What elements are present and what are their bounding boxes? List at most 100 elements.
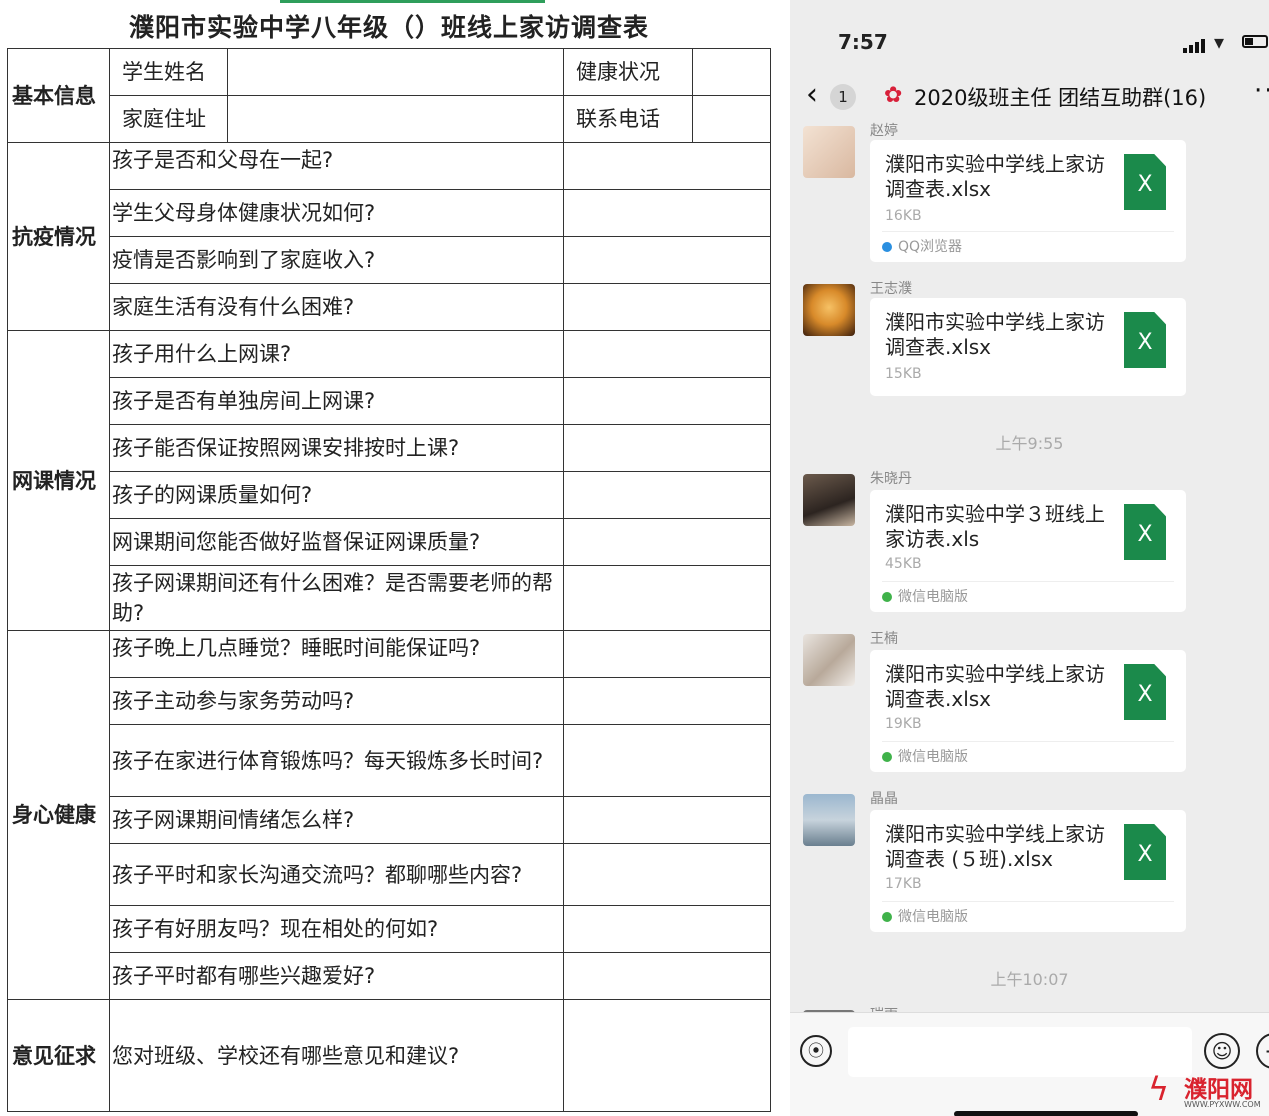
answer-cell[interactable] — [563, 283, 771, 331]
table-row: 孩子平时和家长沟通交流吗？都聊哪些内容? — [8, 843, 771, 906]
wechat-pc-icon — [882, 912, 892, 922]
answer-cell[interactable] — [563, 905, 771, 953]
answer-cell[interactable] — [563, 189, 771, 237]
answer-cell[interactable] — [563, 377, 771, 425]
selected-cell-indicator — [280, 0, 545, 3]
question: 孩子用什么上网课? — [109, 330, 564, 378]
table-row: 孩子是否有单独房间上网课? — [8, 377, 771, 425]
health-cell[interactable] — [692, 48, 771, 96]
sender-name: 瑞雨 — [870, 1004, 898, 1012]
file-source: 微信电脑版 — [882, 901, 1174, 932]
question: 孩子晚上几点睡觉？睡眠时间能保证吗? — [109, 630, 564, 678]
student-name-cell[interactable] — [227, 48, 564, 96]
question: 学生父母身体健康状况如何? — [109, 189, 564, 237]
survey-title: 濮阳市实验中学八年级（）班线上家访调查表 — [128, 13, 649, 42]
message-list[interactable]: 赵婷 濮阳市实验中学线上家访调查表.xlsx 16KB X QQ浏览器 王志濮 … — [790, 120, 1269, 1012]
phone-cell[interactable] — [692, 95, 771, 143]
file-card[interactable]: 濮阳市实验中学线上家访调查表.xlsx 15KB X — [870, 298, 1186, 396]
answer-cell[interactable] — [563, 565, 771, 631]
answer-cell[interactable] — [563, 518, 771, 566]
question: 孩子平时和家长沟通交流吗？都聊哪些内容? — [109, 843, 564, 906]
file-card[interactable]: 濮阳市实验中学线上家访调查表.xlsx 16KB X QQ浏览器 — [870, 140, 1186, 262]
answer-cell[interactable] — [563, 843, 771, 906]
file-card[interactable]: 濮阳市实验中学线上家访调查表 (５班).xlsx 17KB X 微信电脑版 — [870, 810, 1186, 932]
label-phone: 联系电话 — [563, 95, 693, 143]
qq-browser-icon — [882, 242, 892, 252]
category-epidemic: 抗疫情况 — [7, 142, 110, 331]
label-student-name: 学生姓名 — [109, 48, 228, 96]
table-row: 家庭生活有没有什么困难? — [8, 283, 771, 331]
avatar[interactable] — [803, 474, 855, 526]
answer-cell[interactable] — [563, 630, 771, 678]
question: 孩子的网课质量如何? — [109, 471, 564, 519]
table-row: 孩子在家进行体育锻炼吗？每天锻炼多长时间? — [8, 724, 771, 797]
answer-cell[interactable] — [563, 471, 771, 519]
question: 孩子网课期间还有什么困难？是否需要老师的帮助? — [109, 565, 564, 631]
question: 家庭生活有没有什么困难? — [109, 283, 564, 331]
answer-cell[interactable] — [563, 330, 771, 378]
question: 孩子是否有单独房间上网课? — [109, 377, 564, 425]
answer-cell[interactable] — [563, 724, 771, 797]
chat-nav-bar: ‹ 1 ✿ 2020级班主任 团结互助群(16) ·· — [790, 76, 1269, 120]
avatar[interactable] — [803, 284, 855, 336]
unread-count-badge[interactable]: 1 — [830, 84, 856, 110]
timestamp: 上午10:07 — [990, 970, 1069, 989]
message-item: 瑞雨 — [790, 1004, 1269, 1012]
answer-cell[interactable] — [563, 999, 771, 1112]
table-row: 网课期间您能否做好监督保证网课质量? — [8, 518, 771, 566]
file-source: QQ浏览器 — [882, 231, 1174, 262]
sender-name: 晶晶 — [870, 791, 898, 807]
avatar[interactable] — [803, 794, 855, 846]
question: 网课期间您能否做好监督保证网课质量? — [109, 518, 564, 566]
logo-bolt-icon: ϟ — [1148, 1070, 1170, 1108]
file-name: 濮阳市实验中学线上家访调查表.xlsx — [885, 310, 1105, 359]
question: 孩子在家进行体育锻炼吗？每天锻炼多长时间? — [109, 724, 564, 797]
survey-table: 基本信息 学生姓名 健康状况 家庭住址 联系电话 抗疫情况 孩子是否和父母在一起… — [7, 48, 771, 1112]
table-row: 网课情况 孩子用什么上网课? — [7, 330, 771, 631]
message-item: 晶晶 濮阳市实验中学线上家访调查表 (５班).xlsx 17KB X 微信电脑版 — [790, 788, 1269, 933]
category-feedback: 意见征求 — [7, 999, 110, 1112]
table-row: 孩子网课期间还有什么困难？是否需要老师的帮助? — [8, 565, 771, 631]
avatar[interactable] — [803, 126, 855, 178]
battery-icon — [1242, 35, 1268, 48]
home-indicator — [954, 1111, 1138, 1116]
file-card[interactable]: 濮阳市实验中学线上家访调查表.xlsx 19KB X 微信电脑版 — [870, 650, 1186, 772]
sender-name: 赵婷 — [870, 123, 898, 139]
excel-file-icon: X — [1124, 664, 1166, 720]
file-card[interactable]: 濮阳市实验中学３班线上家访表.xls 45KB X 微信电脑版 — [870, 490, 1186, 612]
message-input[interactable] — [848, 1027, 1192, 1077]
back-chevron-icon[interactable]: ‹ — [806, 80, 818, 110]
answer-cell[interactable] — [563, 796, 771, 844]
table-row: 孩子主动参与家务劳动吗? — [8, 677, 771, 725]
answer-cell[interactable] — [563, 142, 771, 190]
plus-icon[interactable]: + — [1256, 1033, 1269, 1069]
voice-icon[interactable]: ⦿ — [800, 1035, 832, 1067]
address-cell[interactable] — [227, 95, 564, 143]
answer-cell[interactable] — [563, 677, 771, 725]
category-basic: 基本信息 — [7, 48, 110, 143]
more-icon[interactable]: ·· — [1254, 76, 1269, 106]
group-name: 2020级班主任 团结互助群(16) — [914, 86, 1207, 110]
watermark-name: 濮阳网 — [1184, 1077, 1253, 1103]
answer-cell[interactable] — [563, 952, 771, 1000]
file-size: 19KB — [885, 716, 922, 732]
survey-sheet: 濮阳市实验中学八年级（）班线上家访调查表 基本信息 学生姓名 健康状况 家庭住址… — [0, 0, 775, 1116]
table-row: 孩子的网课质量如何? — [8, 471, 771, 519]
category-online-class: 网课情况 — [7, 330, 110, 631]
wechat-pc-icon — [882, 592, 892, 602]
answer-cell[interactable] — [563, 236, 771, 284]
excel-file-icon: X — [1124, 154, 1166, 210]
label-address: 家庭住址 — [109, 95, 228, 143]
excel-file-icon: X — [1124, 504, 1166, 560]
emoji-icon[interactable]: ☺ — [1204, 1033, 1240, 1069]
status-bar: 7:57 ▾ — [790, 26, 1269, 58]
table-row: 学生父母身体健康状况如何? — [8, 189, 771, 237]
answer-cell[interactable] — [563, 424, 771, 472]
question: 孩子能否保证按照网课安排按时上课? — [109, 424, 564, 472]
table-row: 家庭住址 联系电话 — [8, 95, 771, 143]
file-name: 濮阳市实验中学３班线上家访表.xls — [885, 502, 1105, 551]
table-row: 孩子网课期间情绪怎么样? — [8, 796, 771, 844]
question: 您对班级、学校还有哪些意见和建议? — [109, 999, 564, 1112]
avatar[interactable] — [803, 634, 855, 686]
question: 孩子是否和父母在一起? — [109, 142, 564, 190]
